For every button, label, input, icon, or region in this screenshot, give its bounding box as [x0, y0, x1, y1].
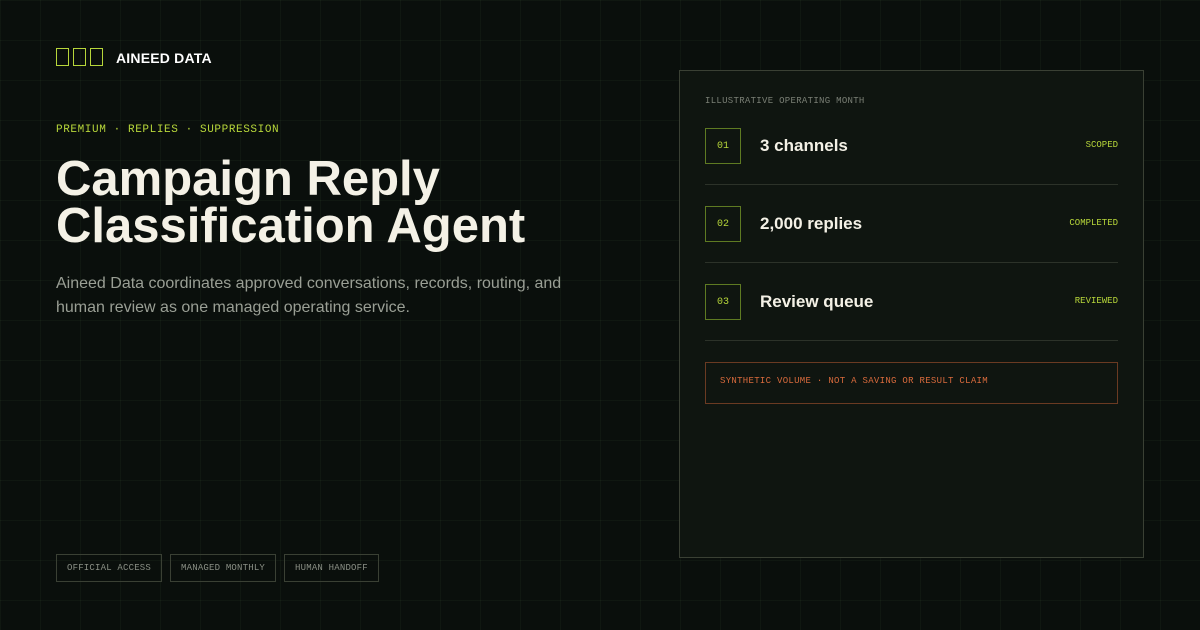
row-label: Review queue [760, 292, 874, 311]
operating-month-panel: ILLUSTRATIVE OPERATING MONTH 01 3 channe… [679, 70, 1144, 558]
row-number-badge: 03 [705, 284, 741, 320]
eyebrow-text: PREMIUM · REPLIES · SUPPRESSION [56, 124, 280, 136]
row-number-badge: 01 [705, 128, 741, 164]
tag-official-access: OFFICIAL ACCESS [56, 554, 163, 582]
page-title: Campaign Reply Classification Agent [56, 152, 636, 253]
page-title-line-1: Campaign Reply [56, 152, 440, 206]
panel-label: ILLUSTRATIVE OPERATING MONTH [705, 96, 865, 106]
panel-row: 01 3 channels SCOPED [705, 128, 1118, 185]
panel-row: 02 2,000 replies COMPLETED [705, 206, 1118, 263]
brand: AINEED DATA [56, 44, 212, 66]
brand-name: AINEED DATA [116, 50, 212, 66]
row-label: 3 channels [760, 136, 848, 155]
page-title-line-2: Classification Agent [56, 199, 526, 253]
page-subtitle: Aineed Data coordinates approved convers… [56, 275, 562, 316]
row-label: 2,000 replies [760, 214, 863, 233]
row-number-badge: 02 [705, 206, 741, 242]
tag-human-handoff: HUMAN HANDOFF [284, 554, 379, 582]
panel-row: 03 Review queue REVIEWED [705, 284, 1118, 341]
disclaimer-box: SYNTHETIC VOLUME · NOT A SAVING OR RESUL… [705, 362, 1118, 404]
panel-rows: 01 3 channels SCOPED 02 2,000 replies CO… [705, 128, 1118, 341]
tag-list: OFFICIAL ACCESS MANAGED MONTHLY HUMAN HA… [56, 554, 379, 582]
row-status-badge: REVIEWED [1074, 296, 1118, 306]
three-square-logo-icon [56, 47, 103, 66]
row-status-badge: COMPLETED [1069, 218, 1118, 228]
tag-managed-monthly: MANAGED MONTHLY [170, 554, 277, 582]
row-status-badge: SCOPED [1085, 140, 1118, 150]
